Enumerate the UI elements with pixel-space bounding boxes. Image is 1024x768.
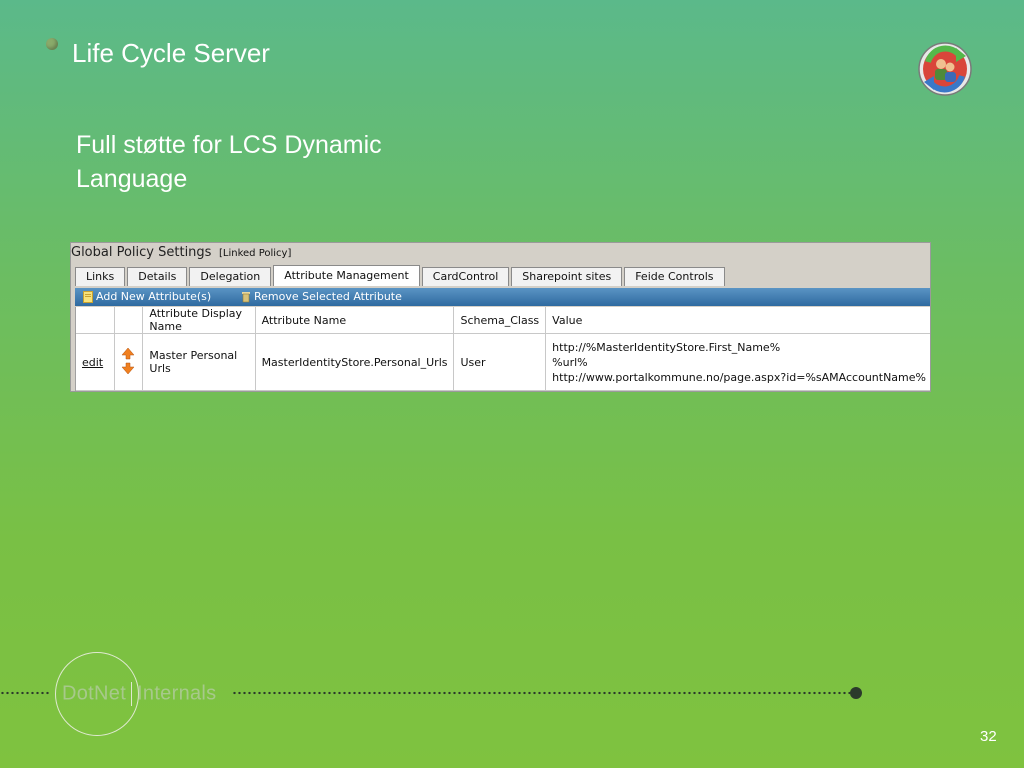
footer-dotted-line-right [232, 691, 850, 695]
attribute-toolbar: Add New Attribute(s) Remove Selected Att… [75, 288, 930, 306]
add-attribute-label: Add New Attribute(s) [96, 290, 212, 303]
user-sync-logo-icon [918, 42, 972, 96]
header-schema-class: Schema_Class [453, 307, 547, 334]
footer-brand: DotNet Internals [62, 682, 216, 706]
remove-attribute-label: Remove Selected Attribute [254, 290, 402, 303]
brand-right-text: Internals [137, 682, 217, 705]
value-line: %url% [552, 355, 588, 369]
schema-class-cell: User [453, 333, 547, 391]
page-number: 32 [980, 728, 997, 745]
slide-subtitle: Full støtte for LCS Dynamic Language [76, 131, 382, 193]
attribute-name-cell: MasterIdentityStore.Personal_Urls [255, 333, 455, 391]
value-line: http://%MasterIdentityStore.First_Name% [552, 340, 781, 354]
tab-details[interactable]: Details [127, 267, 188, 286]
tab-bar: Links Details Delegation Attribute Manag… [75, 265, 727, 286]
header-attribute-name: Attribute Name [255, 307, 455, 334]
table-header-row: Attribute Display Name Attribute Name Sc… [76, 307, 930, 334]
header-edit [76, 307, 115, 334]
tab-links[interactable]: Links [75, 267, 126, 286]
tab-attribute-management[interactable]: Attribute Management [273, 265, 420, 286]
reorder-cell [114, 333, 144, 391]
tab-feide-controls[interactable]: Feide Controls [624, 267, 725, 286]
global-policy-settings-screenshot: Global Policy Settings [Linked Policy] L… [70, 242, 931, 392]
bullet-dot-icon [46, 38, 58, 50]
up-down-arrows-icon[interactable] [120, 347, 135, 375]
new-document-icon [83, 291, 93, 303]
panel-title: Global Policy Settings [71, 245, 212, 260]
trash-icon [242, 292, 250, 303]
header-value: Value [545, 307, 930, 334]
attribute-table-container: Attribute Display Name Attribute Name Sc… [75, 307, 930, 391]
add-attribute-button[interactable]: Add New Attribute(s) [83, 288, 211, 306]
footer-dotted-line-left [0, 691, 50, 695]
tab-sharepoint-sites[interactable]: Sharepoint sites [511, 267, 623, 286]
tab-cardcontrol[interactable]: CardControl [421, 267, 510, 286]
header-order [114, 307, 144, 334]
remove-attribute-button[interactable]: Remove Selected Attribute [241, 288, 402, 306]
attribute-table: Attribute Display Name Attribute Name Sc… [76, 307, 930, 391]
display-name-cell: Master Personal Urls [142, 333, 256, 391]
edit-cell: edit [76, 333, 115, 391]
slide-title: Life Cycle Server [72, 38, 270, 68]
edit-link[interactable]: edit [82, 356, 103, 369]
value-line: http://www.portalkommune.no/page.aspx?id… [552, 370, 926, 384]
header-attribute-display-name: Attribute Display Name [142, 307, 256, 334]
linked-policy-tag: [Linked Policy] [219, 248, 292, 259]
panel-header: Global Policy Settings [Linked Policy] [71, 243, 930, 265]
brand-left-text: DotNet [62, 682, 127, 705]
table-row: edit Master Personal Urls MasterIdentity… [76, 333, 930, 391]
brand-separator [131, 682, 133, 706]
tab-delegation[interactable]: Delegation [189, 267, 272, 286]
footer-line-end-dot [850, 687, 862, 699]
value-cell: http://%MasterIdentityStore.First_Name% … [545, 333, 930, 391]
